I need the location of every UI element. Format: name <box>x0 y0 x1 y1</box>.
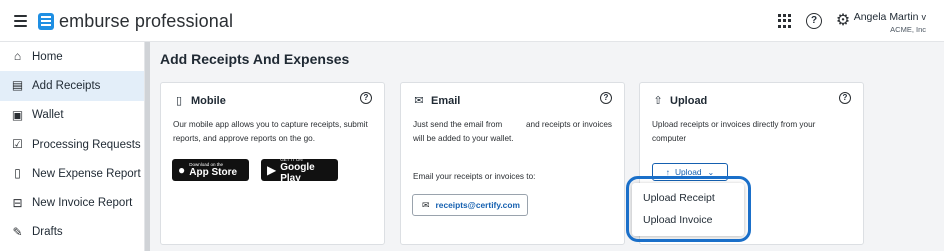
email-text-3: will be added to your wallet. <box>413 133 514 143</box>
card-description: Our mobile app allows you to capture rec… <box>173 120 368 143</box>
help-icon[interactable]: ? <box>600 92 612 104</box>
hamburger-menu-icon[interactable] <box>14 15 27 27</box>
email-text-1: Just send the email from <box>413 120 503 129</box>
upload-arrow-icon: ↑ <box>665 167 670 177</box>
top-header: emburse professional ? ⚙ Angela Martin v … <box>0 0 944 42</box>
organization-name: ACME, Inc <box>890 25 926 34</box>
user-menu[interactable]: Angela Martin v ACME, Inc <box>854 11 926 34</box>
page-title: Add Receipts And Expenses <box>160 51 350 67</box>
upload-menu: Upload Receipt Upload Invoice <box>632 183 744 236</box>
sidebar-item-add-receipts[interactable]: ▤ Add Receipts <box>0 71 144 101</box>
upload-button-label: Upload <box>674 167 702 177</box>
invoice-icon: ⊟ <box>12 195 23 210</box>
brand-logo[interactable]: emburse professional <box>38 11 233 31</box>
card-title: Upload <box>670 94 708 107</box>
phone-icon: ▯ <box>175 95 183 107</box>
sidebar: ⌂ Home ▤ Add Receipts ▣ Wallet ☑ Process… <box>0 42 145 251</box>
document-icon: ▯ <box>14 166 21 181</box>
google-play-label: Google Play <box>280 161 315 184</box>
emburse-logo-icon <box>38 12 54 30</box>
sidebar-item-new-invoice-report[interactable]: ⊟ New Invoice Report <box>0 188 144 217</box>
google-play-icon: ▶ <box>267 163 277 177</box>
sidebar-item-processing-requests[interactable]: ☑ Processing Requests <box>0 130 144 159</box>
help-icon[interactable]: ? <box>360 92 372 104</box>
chevron-down-icon: ⌄ <box>707 167 715 177</box>
menu-item-upload-receipt[interactable]: Upload Receipt <box>632 187 744 209</box>
email-instruction: Email your receipts or invoices to: <box>413 172 536 181</box>
sidebar-item-label: Processing Requests <box>32 138 141 151</box>
wallet-icon: ▣ <box>11 107 24 122</box>
upload-dropdown-button[interactable]: ↑ Upload ⌄ <box>652 163 728 181</box>
help-icon[interactable]: ? <box>806 13 822 29</box>
sidebar-item-label: New Expense Report <box>32 167 141 180</box>
pencil-icon: ✎ <box>12 224 23 239</box>
app-store-button[interactable]: ● Download on the App Store <box>172 159 249 181</box>
card-title: Email <box>431 94 461 107</box>
card-description: Just send the email from and receipts or … <box>413 118 616 145</box>
card-title: Mobile <box>191 94 226 107</box>
apps-grid-icon[interactable] <box>777 13 793 29</box>
sidebar-item-drafts[interactable]: ✎ Drafts <box>0 218 144 247</box>
sidebar-scrollbar[interactable] <box>145 42 150 251</box>
gear-icon[interactable]: ⚙ <box>835 13 851 29</box>
sidebar-item-label: Home <box>32 50 63 63</box>
sidebar-item-label: Add Receipts <box>32 79 101 92</box>
sidebar-item-label: Drafts <box>32 226 63 239</box>
brand-name: emburse professional <box>59 10 234 31</box>
home-icon: ⌂ <box>13 49 22 64</box>
google-play-button[interactable]: ▶ GET IT ON Google Play <box>261 157 338 184</box>
sidebar-item-wallet[interactable]: ▣ Wallet <box>0 101 144 130</box>
email-text-2: and receipts or invoices <box>526 120 613 129</box>
sidebar-item-new-expense-report[interactable]: ▯ New Expense Report <box>0 159 144 188</box>
app-store-label: App Store <box>189 167 238 178</box>
menu-item-upload-invoice[interactable]: Upload Invoice <box>632 209 744 231</box>
chevron-down-icon: v <box>921 12 927 22</box>
email-address: receipts@certify.com <box>435 200 520 210</box>
checkbox-icon: ☑ <box>12 137 23 152</box>
apple-icon: ● <box>178 163 186 177</box>
email-card: ✉ Email ? Just send the email from and re… <box>400 82 625 245</box>
email-address-button[interactable]: ✉ receipts@certify.com <box>412 194 528 216</box>
sidebar-item-label: Wallet <box>32 109 64 122</box>
mobile-card: ▯ Mobile ? Our mobile app allows you to … <box>160 82 385 245</box>
upload-icon: ⇧ <box>653 95 663 107</box>
receipt-icon: ▤ <box>11 78 24 93</box>
envelope-icon: ✉ <box>414 95 424 107</box>
card-description: Upload receipts or invoices directly fro… <box>652 120 816 143</box>
sidebar-item-label: New Invoice Report <box>32 197 133 210</box>
help-icon[interactable]: ? <box>839 92 851 104</box>
envelope-icon: ✉ <box>422 199 430 210</box>
sidebar-item-home[interactable]: ⌂ Home <box>0 42 144 71</box>
user-name: Angela Martin <box>853 11 919 23</box>
